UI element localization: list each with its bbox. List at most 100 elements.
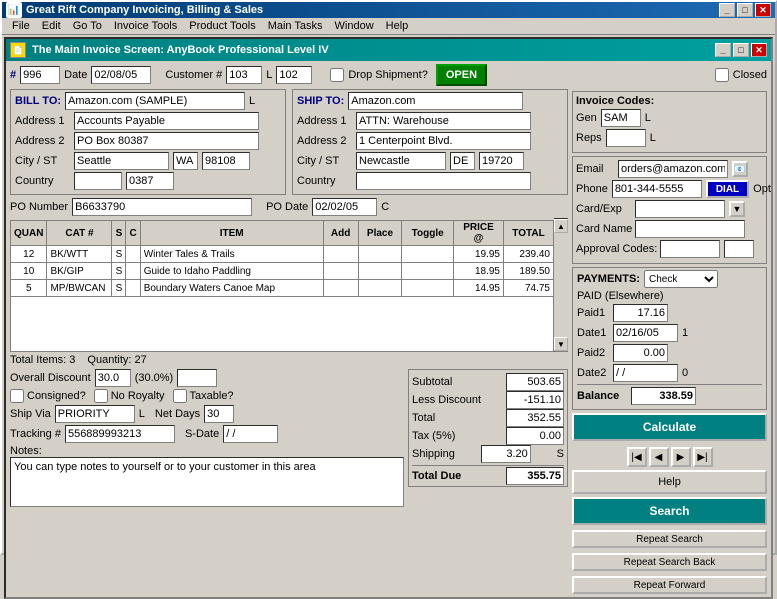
main-minimize-btn[interactable]: _	[715, 43, 731, 57]
ship-state-input[interactable]	[450, 152, 475, 170]
bill-country-input[interactable]	[74, 172, 122, 190]
consigned-check[interactable]: Consigned?	[10, 389, 86, 403]
calculate-btn[interactable]: Calculate	[572, 413, 767, 441]
menu-file[interactable]: File	[6, 18, 36, 34]
close-btn[interactable]: ✕	[755, 3, 771, 17]
search-btn[interactable]: Search	[572, 497, 767, 525]
paid2-input[interactable]	[613, 344, 668, 362]
ship-address2-input[interactable]	[356, 132, 531, 150]
bill-address1-input[interactable]	[74, 112, 259, 130]
drop-shipment-checkbox[interactable]	[330, 68, 344, 82]
row-price: 19.95	[454, 246, 504, 263]
menu-product-tools[interactable]: Product Tools	[183, 18, 261, 34]
closed-label: Closed	[733, 69, 767, 81]
less-discount-val	[506, 391, 564, 409]
notes-area[interactable]: You can type notes to yourself or to you…	[10, 457, 404, 507]
ship-address1-input[interactable]	[356, 112, 531, 130]
bill-city-input[interactable]	[74, 152, 169, 170]
row-place	[358, 246, 402, 263]
bill-zip-input[interactable]	[202, 152, 250, 170]
email-input[interactable]	[618, 160, 728, 178]
ship-country-input[interactable]	[356, 172, 531, 190]
row-c	[126, 280, 140, 297]
phone-input[interactable]	[612, 180, 702, 198]
add-btn-col[interactable]: Add	[323, 221, 358, 246]
reps-input[interactable]	[606, 129, 646, 147]
total-val	[506, 409, 564, 427]
table-row: 5 MP/BWCAN S Boundary Waters Canoe Map	[11, 280, 554, 297]
scroll-up-btn[interactable]: ▲	[554, 219, 568, 233]
nav-prev-btn[interactable]: ◀	[649, 447, 669, 467]
customer-num-input[interactable]	[226, 66, 262, 84]
repeat-search-btn[interactable]: Repeat Search	[572, 530, 767, 548]
total-items-label: Total Items: 3	[10, 354, 75, 366]
no-royalty-check[interactable]: No Royalty	[94, 389, 165, 403]
date2-input[interactable]	[613, 364, 678, 382]
net-days-input[interactable]	[204, 405, 234, 423]
bill-to-name-input[interactable]	[65, 92, 245, 110]
ship-zip-input[interactable]	[479, 152, 524, 170]
card-exp-input[interactable]	[635, 200, 725, 218]
email-icon-btn[interactable]: 📧	[732, 161, 748, 177]
place-btn-col[interactable]: Place	[358, 221, 402, 246]
bill-state-input[interactable]	[173, 152, 198, 170]
approval-input2[interactable]	[724, 240, 754, 258]
minimize-btn[interactable]: _	[719, 3, 735, 17]
main-maximize-btn[interactable]: □	[733, 43, 749, 57]
no-royalty-label: No Royalty	[111, 390, 165, 402]
toggle-btn-col[interactable]: Toggle	[402, 221, 454, 246]
balance-label: Balance	[577, 390, 627, 402]
bill-country-code-input[interactable]	[126, 172, 174, 190]
maximize-btn[interactable]: □	[737, 3, 753, 17]
main-icon: 📄	[10, 42, 26, 58]
row-quan: 12	[11, 246, 47, 263]
taxable-check[interactable]: Taxable?	[173, 389, 234, 403]
repeat-search-back-btn[interactable]: Repeat Search Back	[572, 553, 767, 571]
s-date-input[interactable]	[223, 425, 278, 443]
menu-invoice-tools[interactable]: Invoice Tools	[108, 18, 183, 34]
help-btn[interactable]: Help	[572, 470, 767, 494]
invoice-num-input[interactable]	[20, 66, 60, 84]
nav-first-btn[interactable]: |◀	[627, 447, 647, 467]
row-add	[323, 263, 358, 280]
ship-via-input[interactable]	[55, 405, 135, 423]
nav-last-btn[interactable]: ▶|	[693, 447, 713, 467]
total-due-val	[506, 467, 564, 485]
reps-label: Reps	[576, 132, 602, 144]
customer-alt-input[interactable]	[276, 66, 312, 84]
ship-to-name-input[interactable]	[348, 92, 523, 110]
menu-help[interactable]: Help	[380, 18, 415, 34]
dial-btn[interactable]: DIAL	[706, 180, 749, 198]
card-exp-btn[interactable]: ▼	[729, 201, 745, 217]
menu-window[interactable]: Window	[329, 18, 380, 34]
menu-main-tasks[interactable]: Main Tasks	[262, 18, 329, 34]
discount-input[interactable]	[95, 369, 131, 387]
repeat-forward-btn[interactable]: Repeat Forward	[572, 576, 767, 594]
card-name-input[interactable]	[635, 220, 745, 238]
payment-method-select[interactable]: Check Cash Credit Card	[644, 270, 718, 288]
shipping-val[interactable]	[481, 445, 531, 463]
gen-l: L	[645, 112, 651, 124]
approval-input[interactable]	[660, 240, 720, 258]
ship-city-input[interactable]	[356, 152, 446, 170]
bill-address2-input[interactable]	[74, 132, 259, 150]
date1-input[interactable]	[613, 324, 678, 342]
main-close-btn[interactable]: ✕	[751, 43, 767, 57]
row-cat: BK/WTT	[47, 246, 112, 263]
open-btn[interactable]: OPEN	[436, 64, 487, 86]
gen-input[interactable]	[601, 109, 641, 127]
row-s: S	[112, 280, 126, 297]
date-input[interactable]	[91, 66, 151, 84]
scroll-down-btn[interactable]: ▼	[554, 337, 568, 351]
discount-pct-input[interactable]	[177, 369, 217, 387]
po-number-input[interactable]	[72, 198, 252, 216]
closed-checkbox[interactable]	[715, 68, 729, 82]
consigned-label: Consigned?	[27, 390, 86, 402]
ship-code: L	[139, 408, 145, 420]
menu-goto[interactable]: Go To	[67, 18, 108, 34]
po-date-input[interactable]	[312, 198, 377, 216]
paid1-input[interactable]	[613, 304, 668, 322]
nav-next-btn[interactable]: ▶	[671, 447, 691, 467]
tracking-input[interactable]	[65, 425, 175, 443]
menu-edit[interactable]: Edit	[36, 18, 67, 34]
